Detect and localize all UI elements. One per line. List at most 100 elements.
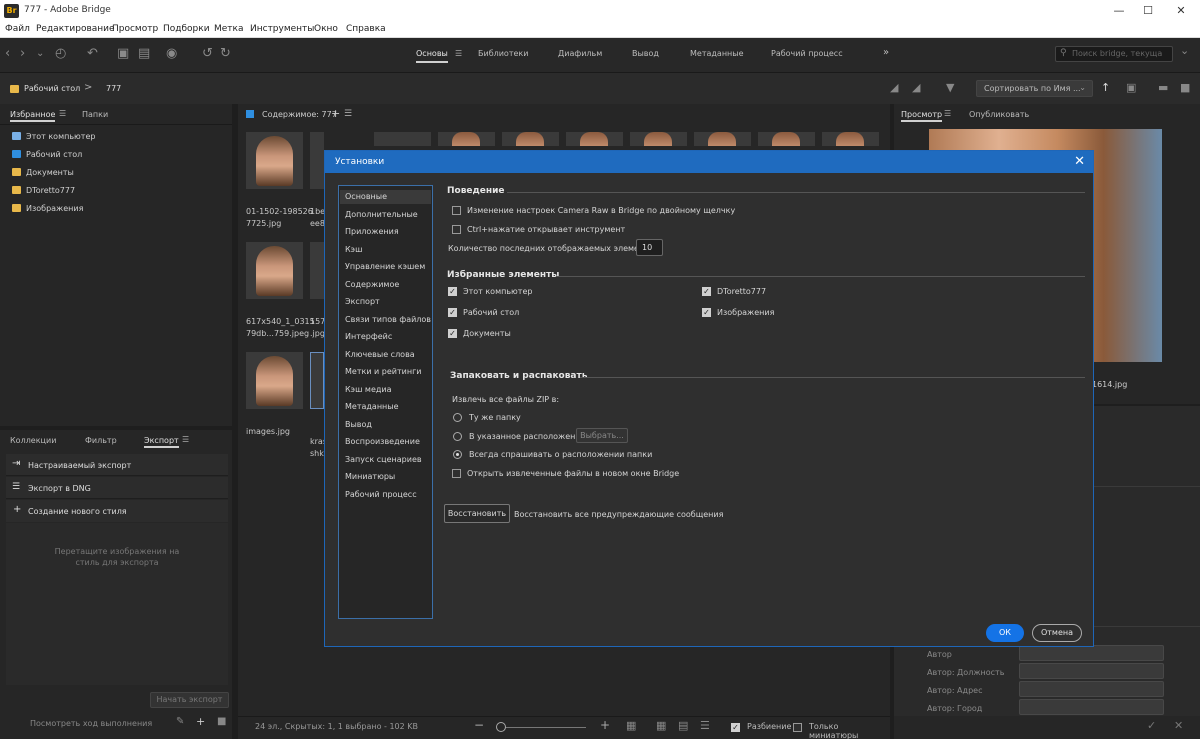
always-ask-radio[interactable] <box>453 450 462 459</box>
favorite-item[interactable]: Изображения <box>12 204 83 213</box>
thumbnail[interactable] <box>694 132 751 146</box>
edit-icon[interactable]: ✎ <box>176 716 184 727</box>
category-item[interactable]: Запуск сценариев <box>345 455 422 464</box>
favorite-item[interactable]: Этот компьютер <box>12 132 95 141</box>
tab-collections[interactable]: Коллекции <box>10 436 56 445</box>
workspace-menu-icon[interactable]: ☰ <box>455 49 462 58</box>
fav-pictures-checkbox[interactable]: ✓ <box>702 308 711 317</box>
search-dropdown-icon[interactable]: ⌄ <box>1180 44 1189 57</box>
minimize-button[interactable]: — <box>1104 3 1134 19</box>
category-item[interactable]: Дополнительные <box>345 210 418 219</box>
search-input[interactable]: ⚲ Поиск bridge, текуща <box>1055 46 1173 62</box>
chevron-down-icon[interactable]: ⌄ <box>36 48 44 59</box>
category-item[interactable]: Метки и рейтинги <box>345 367 422 376</box>
menu-stacks[interactable]: Подборки <box>163 24 210 34</box>
menu-help[interactable]: Справка <box>346 24 386 34</box>
fav-computer-checkbox[interactable]: ✓ <box>448 287 457 296</box>
thumbnail[interactable] <box>246 352 303 409</box>
thumbnail[interactable] <box>822 132 879 146</box>
close-button[interactable]: ✕ <box>1166 3 1196 19</box>
export-drop-zone[interactable]: Перетащите изображения на стиль для эксп… <box>6 523 228 685</box>
ctrl-click-checkbox[interactable] <box>452 225 461 234</box>
category-item[interactable]: Миниатюры <box>345 472 395 481</box>
new-preset-item[interactable]: + Создание нового стиля <box>6 500 228 522</box>
tab-libraries[interactable]: Библиотеки <box>478 49 528 58</box>
panel-menu-icon[interactable]: ☰ <box>344 109 352 119</box>
quality-icon[interactable]: ◢ <box>890 81 898 94</box>
metadata-field[interactable] <box>1019 663 1164 679</box>
add-icon[interactable]: + <box>331 107 340 120</box>
thumbnail-size-slider[interactable] <box>504 727 586 728</box>
delete-icon[interactable]: ■ <box>1180 81 1190 94</box>
more-workspaces-icon[interactable]: » <box>883 47 889 58</box>
category-item[interactable]: Вывод <box>345 420 372 429</box>
stacks-checkbox[interactable]: ✓ <box>731 723 740 732</box>
same-folder-radio[interactable] <box>453 413 462 422</box>
menu-edit[interactable]: Редактирование <box>36 24 115 34</box>
category-item-general[interactable]: Основные <box>340 190 431 204</box>
favorite-item[interactable]: Рабочий стол <box>12 150 82 159</box>
grid-lock-icon[interactable]: ▦ <box>626 719 636 732</box>
panel-menu-icon[interactable]: ☰ <box>182 435 189 444</box>
list-view-icon[interactable]: ☰ <box>700 719 710 732</box>
add-icon[interactable]: + <box>196 715 205 728</box>
category-item[interactable]: Экспорт <box>345 297 380 306</box>
thumbnail[interactable] <box>310 132 324 189</box>
thumbnail-selected[interactable] <box>310 352 324 409</box>
fav-user-checkbox[interactable]: ✓ <box>702 287 711 296</box>
rotate-right-icon[interactable]: ↻ <box>220 46 231 61</box>
slider-handle[interactable] <box>496 722 506 732</box>
export-dng-item[interactable]: ☰ Экспорт в DNG <box>6 477 228 499</box>
custom-export-item[interactable]: ⇥ Настраиваемый экспорт <box>6 454 228 476</box>
menu-view[interactable]: Просмотр <box>112 24 158 34</box>
tab-workflow[interactable]: Рабочий процесс <box>771 49 843 58</box>
fav-documents-checkbox[interactable]: ✓ <box>448 329 457 338</box>
camera-raw-icon[interactable]: ◉ <box>166 46 177 61</box>
tab-metadata[interactable]: Метаданные <box>690 49 744 58</box>
tab-preview[interactable]: Просмотр <box>901 110 943 122</box>
category-item[interactable]: Кэш <box>345 245 362 254</box>
category-item[interactable]: Рабочий процесс <box>345 490 417 499</box>
reset-warnings-button[interactable]: Восстановить <box>444 504 510 523</box>
menu-tools[interactable]: Инструменты <box>250 24 314 34</box>
metadata-field[interactable] <box>1019 645 1164 661</box>
category-item[interactable]: Воспроизведение <box>345 437 420 446</box>
category-item[interactable]: Связи типов файлов <box>345 315 431 324</box>
apply-icon[interactable]: ✓ <box>1147 719 1156 732</box>
thumbnail[interactable] <box>566 132 623 146</box>
start-export-button[interactable]: Начать экспорт <box>150 692 229 708</box>
refine-icon[interactable]: ▤ <box>138 46 150 61</box>
camera-icon[interactable]: ▣ <box>117 46 129 61</box>
thumbnail[interactable] <box>758 132 815 146</box>
close-icon[interactable]: ✕ <box>1074 154 1085 169</box>
fav-desktop-checkbox[interactable]: ✓ <box>448 308 457 317</box>
category-item[interactable]: Кэш медиа <box>345 385 392 394</box>
path-root[interactable]: Рабочий стол <box>24 84 80 93</box>
thumbs-only-checkbox[interactable] <box>793 723 802 732</box>
trash-icon[interactable]: ■ <box>217 716 226 727</box>
category-item[interactable]: Интерфейс <box>345 332 392 341</box>
recent-files-icon[interactable]: ▣ <box>1126 81 1136 94</box>
tab-filmstrip[interactable]: Диафильм <box>558 49 602 58</box>
recent-count-input[interactable]: 10 <box>636 239 663 256</box>
cancel-button[interactable]: Отмена <box>1032 624 1082 642</box>
thumbnail[interactable] <box>630 132 687 146</box>
open-new-window-checkbox[interactable] <box>452 469 461 478</box>
tab-publish[interactable]: Опубликовать <box>969 110 1029 119</box>
path-current[interactable]: 777 <box>106 84 121 93</box>
menu-label[interactable]: Метка <box>214 24 244 34</box>
back-icon[interactable]: ‹ <box>5 46 10 61</box>
tab-filter[interactable]: Фильтр <box>85 436 117 445</box>
thumbnail-view-icon[interactable]: ▦ <box>656 719 666 732</box>
specified-location-radio[interactable] <box>453 432 462 441</box>
menu-window[interactable]: Окно <box>314 24 338 34</box>
panel-menu-icon[interactable]: ☰ <box>944 109 951 118</box>
zoom-out-icon[interactable]: − <box>474 718 484 732</box>
boomerang-icon[interactable]: ↶ <box>87 46 98 61</box>
thumbnail[interactable] <box>374 132 431 146</box>
new-folder-icon[interactable]: ▬ <box>1158 81 1168 94</box>
view-progress-link[interactable]: Посмотреть ход выполнения <box>30 719 152 728</box>
category-item[interactable]: Управление кэшем <box>345 262 425 271</box>
thumbnail[interactable] <box>310 242 324 299</box>
tab-folders[interactable]: Папки <box>82 110 108 119</box>
